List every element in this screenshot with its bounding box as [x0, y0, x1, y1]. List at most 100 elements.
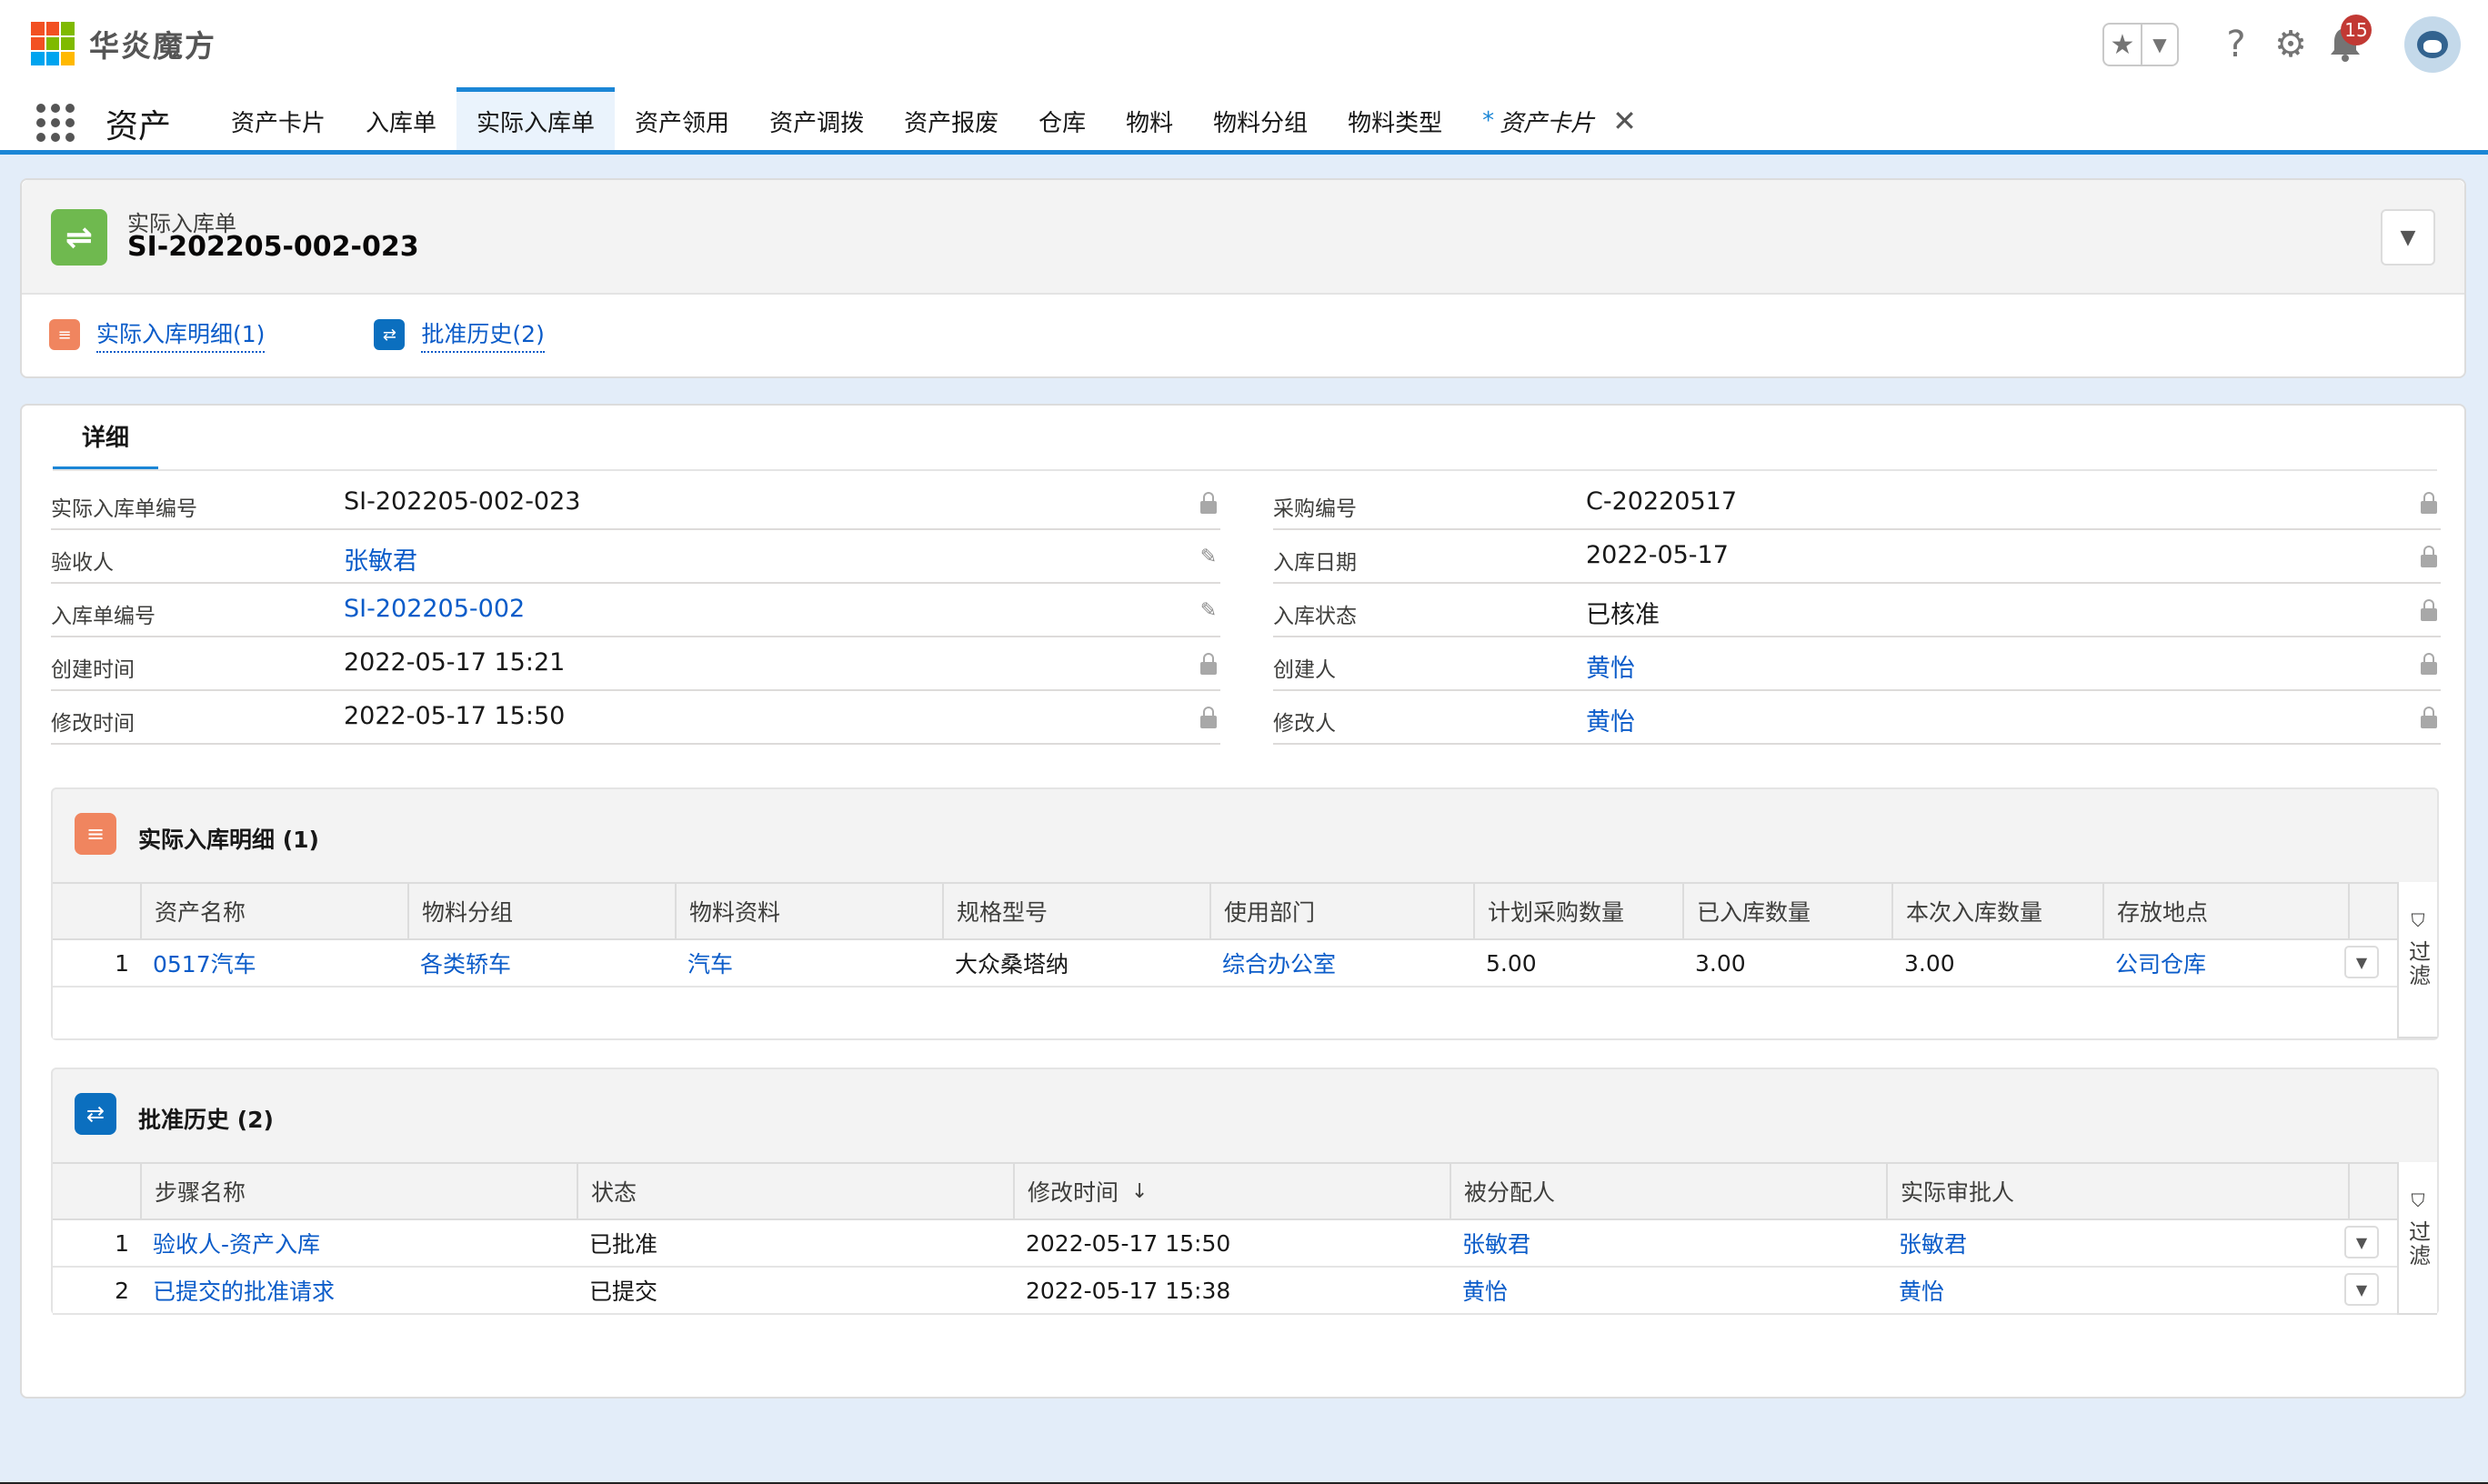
field-label: 创建时间 — [51, 658, 135, 682]
field-label: 修改时间 — [51, 712, 135, 736]
tab-label: 资产卡片 — [1500, 109, 1595, 137]
received-qty-cell: 3.00 — [1695, 949, 1746, 977]
field-label: 修改人 — [1273, 712, 1336, 736]
asset-name-link[interactable]: 0517汽车 — [140, 940, 407, 986]
chevron-down-icon[interactable]: ▼ — [2141, 25, 2177, 65]
lock-icon — [2417, 489, 2441, 516]
tab-actual-inbound[interactable]: 实际入库单 — [456, 87, 616, 150]
row-actions-dropdown[interactable]: ▼ — [2344, 1273, 2379, 1306]
approval-icon: ⇄ — [75, 1093, 116, 1135]
column-header[interactable]: 存放地点 — [2102, 884, 2348, 938]
tab-material-type[interactable]: 物料类型 — [1328, 87, 1462, 150]
close-icon[interactable]: ✕ — [1612, 104, 1637, 138]
quick-link-approval[interactable]: ⇄ 批准历史(2) — [374, 316, 545, 353]
field-row: 入库状态 已核准 — [1273, 584, 2441, 637]
lock-icon — [2417, 597, 2441, 624]
related-list-title[interactable]: 实际入库明细 (1) — [138, 822, 319, 855]
department-link[interactable]: 综合办公室 — [1209, 940, 1473, 986]
field-value: 2022-05-17 — [1586, 541, 1729, 569]
spec-cell: 大众桑塔纳 — [955, 951, 1069, 978]
field-row: 实际入库单编号 SI-202205-002-023 — [51, 476, 1220, 530]
column-header[interactable]: 被分配人 — [1450, 1164, 1886, 1218]
column-header[interactable]: 资产名称 — [140, 884, 407, 938]
tab-asset-card[interactable]: 资产卡片 — [211, 87, 346, 150]
current-qty-cell: 3.00 — [1904, 949, 1955, 977]
column-header[interactable]: 物料资料 — [675, 884, 942, 938]
row-index: 2 — [115, 1277, 129, 1304]
tab-asset-requisition[interactable]: 资产领用 — [615, 87, 749, 150]
step-name-link[interactable]: 验收人-资产入库 — [140, 1220, 577, 1266]
column-header[interactable]: 本次入库数量 — [1891, 884, 2102, 938]
field-label: 入库状态 — [1273, 605, 1357, 628]
column-header[interactable]: 状态 — [577, 1164, 1013, 1218]
tab-detail[interactable]: 详细 — [53, 406, 158, 471]
column-header[interactable]: 计划采购数量 — [1473, 884, 1682, 938]
column-header[interactable]: 实际审批人 — [1886, 1164, 2348, 1218]
field-value-link[interactable]: SI-202205-002 — [344, 595, 525, 623]
field-value: 2022-05-17 15:50 — [344, 702, 566, 730]
app-navbar: 资产 资产卡片 入库单 实际入库单 资产领用 资产调拨 资产报废 仓库 物料 物… — [0, 87, 2488, 155]
tab-asset-transfer[interactable]: 资产调拨 — [749, 87, 884, 150]
lock-icon — [2417, 650, 2441, 677]
row-actions-dropdown[interactable]: ▼ — [2344, 946, 2379, 978]
logo[interactable]: 华炎魔方 — [31, 22, 216, 65]
gear-icon[interactable]: ⚙ — [2268, 22, 2313, 67]
approver-link[interactable]: 黄怡 — [1886, 1268, 2348, 1313]
quick-link-label[interactable]: 批准历史(2) — [421, 316, 545, 353]
filter-panel-toggle[interactable]: ⛉ 过滤 — [2397, 1162, 2437, 1315]
bell-icon[interactable]: 15 — [2322, 15, 2372, 67]
database-icon: ≡ — [75, 813, 116, 855]
edit-icon[interactable]: ✎ — [1197, 543, 1220, 570]
record-header-card: ⇌ 实际入库单 SI-202205-002-023 ▼ ≡ 实际入库明细(1) … — [20, 178, 2466, 378]
column-header[interactable]: 步骤名称 — [140, 1164, 577, 1218]
app-launcher-icon[interactable] — [36, 104, 75, 142]
quick-link-detail[interactable]: ≡ 实际入库明细(1) — [49, 316, 266, 353]
material-link[interactable]: 汽车 — [675, 940, 942, 986]
tab-label: 仓库 — [1038, 109, 1087, 137]
tab-material[interactable]: 物料 — [1106, 87, 1193, 150]
star-icon[interactable]: ★ — [2104, 25, 2141, 65]
tab-warehouse[interactable]: 仓库 — [1018, 87, 1106, 150]
record-actions-dropdown[interactable]: ▼ — [2381, 209, 2435, 266]
assignee-link[interactable]: 张敏君 — [1450, 1220, 1886, 1266]
column-header[interactable]: 使用部门 — [1209, 884, 1473, 938]
field-row: 修改时间 2022-05-17 15:50 — [51, 691, 1220, 745]
material-group-link[interactable]: 各类轿车 — [407, 940, 675, 986]
record-name: SI-202205-002-023 — [127, 231, 419, 263]
tab-asset-card-draft[interactable]: * 资产卡片 ✕ — [1462, 87, 1657, 150]
actions-column-header — [2348, 884, 2399, 938]
related-list-title[interactable]: 批准历史 (2) — [138, 1102, 274, 1135]
modified-time-cell: 2022-05-17 15:38 — [1026, 1277, 1231, 1304]
column-header[interactable]: 规格型号 — [942, 884, 1209, 938]
edit-icon[interactable]: ✎ — [1197, 597, 1220, 624]
quick-link-label[interactable]: 实际入库明细(1) — [96, 316, 266, 353]
field-row: 采购编号 C-20220517 — [1273, 476, 2441, 530]
location-link[interactable]: 公司仓库 — [2102, 940, 2348, 986]
step-name-link[interactable]: 已提交的批准请求 — [140, 1268, 577, 1313]
row-actions-dropdown[interactable]: ▼ — [2344, 1226, 2379, 1258]
field-row: 创建时间 2022-05-17 15:21 — [51, 637, 1220, 691]
approver-link[interactable]: 张敏君 — [1886, 1220, 2348, 1266]
tab-label: 物料类型 — [1348, 109, 1443, 137]
field-value-link[interactable]: 张敏君 — [344, 541, 417, 577]
field-value-link[interactable]: 黄怡 — [1586, 702, 1635, 737]
help-icon[interactable]: ? — [2213, 22, 2259, 67]
planned-qty-cell: 5.00 — [1486, 949, 1537, 977]
field-value-link[interactable]: 黄怡 — [1586, 648, 1635, 684]
lock-icon — [1197, 650, 1220, 677]
field-label: 采购编号 — [1273, 497, 1357, 521]
tab-material-group[interactable]: 物料分组 — [1193, 87, 1328, 150]
column-header[interactable]: 物料分组 — [407, 884, 675, 938]
column-header-sorted[interactable]: 修改时间 ↓ — [1013, 1164, 1450, 1218]
approval-history-table: 步骤名称 状态 修改时间 ↓ 被分配人 实际审批人 1 验收人-资产入库 已批准… — [53, 1162, 2399, 1315]
tab-label: 物料分组 — [1213, 109, 1309, 137]
assignee-link[interactable]: 黄怡 — [1450, 1268, 1886, 1313]
filter-icon: ⛉ — [2411, 909, 2425, 931]
column-header[interactable]: 已入库数量 — [1682, 884, 1891, 938]
avatar[interactable] — [2404, 16, 2461, 73]
tab-asset-scrap[interactable]: 资产报废 — [884, 87, 1018, 150]
related-list-header: ≡ 实际入库明细 (1) — [53, 789, 2437, 882]
nav-tabs: 资产卡片 入库单 实际入库单 资产领用 资产调拨 资产报废 仓库 物料 物料分组… — [211, 87, 1657, 150]
filter-panel-toggle[interactable]: ⛉ 过滤 — [2397, 882, 2437, 1038]
tab-inbound-order[interactable]: 入库单 — [346, 87, 456, 150]
